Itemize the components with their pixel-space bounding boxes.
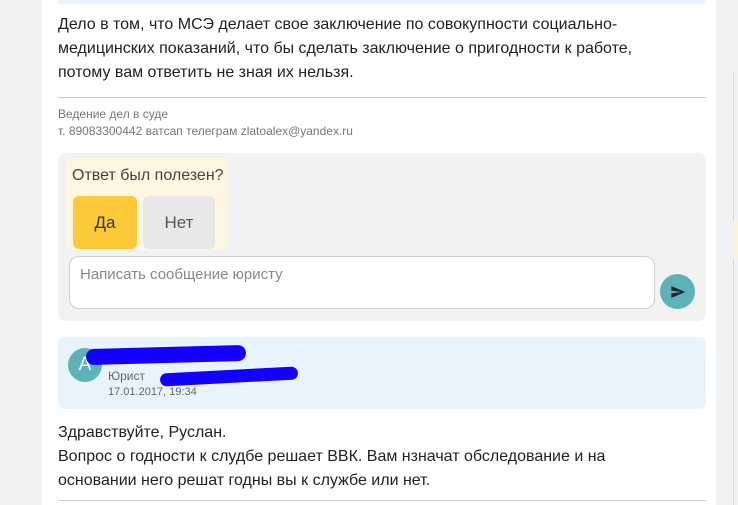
- signature-line: Ведение дел в суде: [58, 107, 169, 121]
- answer-line: потому вам ответить не зная их нельзя.: [58, 64, 354, 81]
- message-timestamp: 17.01.2017, 19:34: [108, 386, 197, 398]
- answer-line: медицинских показаний, что бы сделать за…: [58, 40, 633, 57]
- no-button[interactable]: Нет: [143, 196, 215, 249]
- yes-button[interactable]: Да: [73, 196, 137, 249]
- lawyer-role: Юрист: [108, 369, 145, 383]
- reply-line: Вопрос о годности к слудбе решает ВВК. В…: [58, 448, 606, 465]
- answer-body: Дело в том, что МСЭ делает свое заключен…: [58, 13, 708, 85]
- send-button[interactable]: [660, 274, 695, 309]
- signature-divider: [58, 97, 706, 98]
- helpful-question: Ответ был полезен?: [72, 167, 224, 184]
- gutter-divider: [733, 72, 734, 505]
- gutter-highlight: [733, 222, 738, 258]
- signature-contacts: т. 89083300442 ватсап телеграм zlatoalex…: [58, 124, 353, 138]
- reply-line: Здравствуйте, Руслан.: [58, 424, 227, 441]
- reply-divider: [58, 500, 706, 501]
- previous-message-edge: [58, 0, 706, 4]
- reply-line: основании него решат годны вы к службе и…: [58, 472, 431, 489]
- redacted-lawyer-status: [159, 366, 299, 387]
- feedback-panel: Ответ был полезен? Да Нет: [58, 153, 706, 321]
- answer-line: Дело в том, что МСЭ делает свое заключен…: [58, 16, 618, 33]
- lawyer-header: А Юрист 17.01.2017, 19:34: [58, 337, 706, 409]
- helpful-rating: Ответ был полезен? Да Нет: [66, 158, 228, 250]
- lawyer-signature: Ведение дел в суде т. 89083300442 ватсап…: [58, 106, 698, 140]
- reply-body: Здравствуйте, Руслан. Вопрос о годности …: [58, 421, 708, 493]
- send-icon: [670, 285, 685, 298]
- message-input[interactable]: [69, 256, 655, 309]
- redacted-lawyer-name: [85, 344, 247, 366]
